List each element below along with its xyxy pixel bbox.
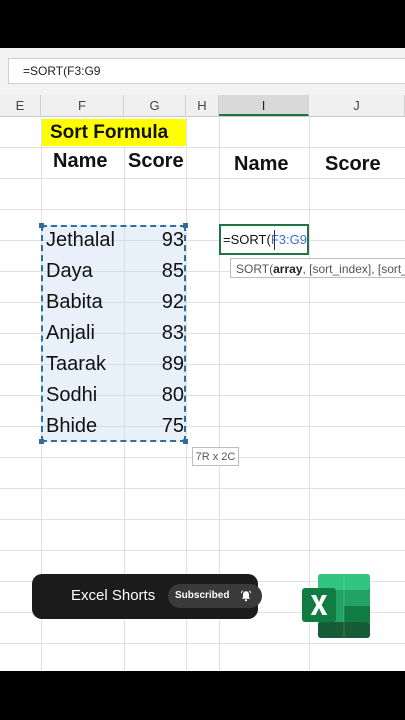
text-cursor-icon	[274, 230, 275, 250]
formula-input[interactable]: =SORT(F3:G9	[8, 58, 405, 84]
cell-name-4[interactable]: Anjali	[46, 322, 95, 345]
range-handle-top-right[interactable]	[183, 223, 188, 228]
column-header-j[interactable]: J	[309, 95, 405, 116]
channel-name[interactable]: Excel Shorts	[71, 587, 155, 604]
active-cell-i3[interactable]: =SORT(F3:G9	[219, 224, 309, 255]
cell-name-3[interactable]: Babita	[46, 291, 103, 314]
cell-score-4[interactable]: 83	[124, 322, 184, 345]
cell-name-7[interactable]: Bhide	[46, 415, 97, 438]
cell-name-6[interactable]: Sodhi	[46, 384, 97, 407]
subscribed-label: Subscribed	[175, 590, 230, 601]
range-handle-bottom-left[interactable]	[39, 439, 44, 444]
formula-bar: =SORT(F3:G9	[0, 48, 405, 96]
tooltip-arg-array: array	[273, 262, 303, 276]
header-name[interactable]: Name	[53, 150, 107, 173]
cell-score-6[interactable]: 80	[124, 384, 184, 407]
range-handle-bottom-right[interactable]	[183, 439, 188, 444]
formula-range-ref: F3:G9	[270, 232, 307, 247]
tooltip-fn: SORT(	[236, 262, 274, 276]
range-handle-top-left[interactable]	[39, 223, 44, 228]
range-size-tooltip: 7R x 2C	[192, 447, 239, 466]
column-header-f[interactable]: F	[41, 95, 124, 116]
excel-logo-icon	[302, 574, 370, 638]
output-header-score[interactable]: Score	[325, 153, 381, 176]
column-header-g[interactable]: G	[124, 95, 186, 116]
cell-name-1[interactable]: Jethalal	[46, 229, 115, 252]
formula-text: =SORT(F3:G9	[23, 64, 101, 78]
column-header-row: E F G H I J	[0, 95, 405, 117]
cell-score-2[interactable]: 85	[124, 260, 184, 283]
cell-score-3[interactable]: 92	[124, 291, 184, 314]
bell-icon	[240, 590, 252, 602]
cell-name-2[interactable]: Daya	[46, 260, 93, 283]
header-score[interactable]: Score	[128, 150, 184, 173]
active-cell-formula: =SORT(F3:G9	[223, 232, 307, 247]
tooltip-rest: , [sort_index], [sort_order], [by_col])	[302, 262, 405, 276]
cell-score-5[interactable]: 89	[124, 353, 184, 376]
subscribed-button[interactable]: Subscribed	[168, 584, 262, 608]
column-header-i[interactable]: I	[219, 95, 309, 116]
column-header-e[interactable]: E	[0, 95, 41, 116]
channel-bar[interactable]: Excel Shorts Subscribed	[32, 574, 262, 619]
output-header-name[interactable]: Name	[234, 153, 288, 176]
cell-score-1[interactable]: 93	[124, 229, 184, 252]
column-header-h[interactable]: H	[186, 95, 219, 116]
cell-score-7[interactable]: 75	[124, 415, 184, 438]
function-signature-tooltip[interactable]: SORT(array, [sort_index], [sort_order], …	[230, 258, 405, 278]
sort-formula-title[interactable]: Sort Formula	[42, 119, 186, 146]
cell-name-5[interactable]: Taarak	[46, 353, 106, 376]
formula-prefix: =SORT(	[223, 232, 271, 247]
